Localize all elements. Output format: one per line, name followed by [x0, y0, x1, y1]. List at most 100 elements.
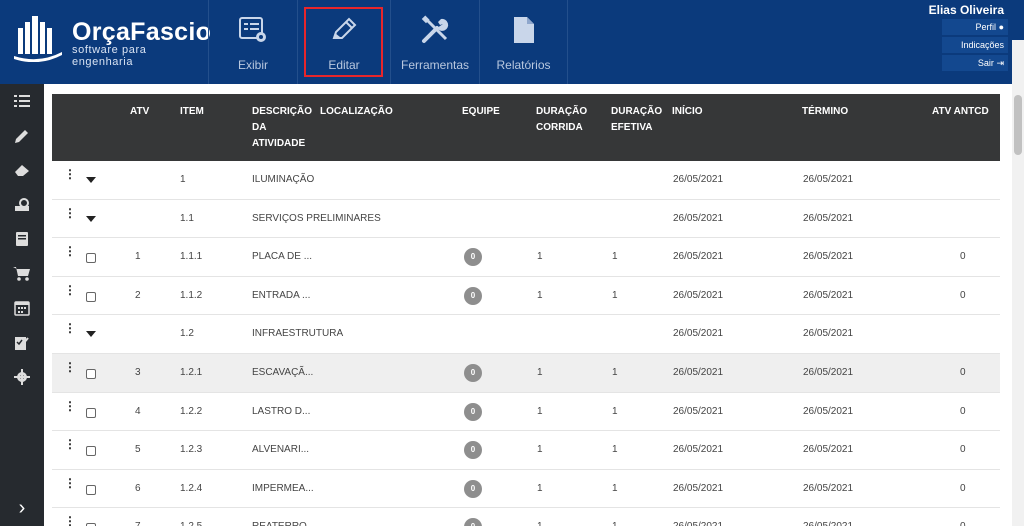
team-count-badge[interactable]: 0 — [464, 479, 482, 498]
indicacoes-button[interactable]: Indicações — [942, 37, 1008, 53]
cell-inicio: 26/05/2021 — [673, 289, 724, 301]
cell-termino: 26/05/2021 — [803, 405, 854, 417]
scrollbar-thumb[interactable] — [1014, 95, 1022, 155]
row-checkbox[interactable] — [86, 446, 96, 457]
team-count-badge[interactable]: 0 — [464, 441, 482, 460]
sidebar-expand-button[interactable]: › — [0, 494, 44, 522]
toolbar-relatorios-label: Relatórios — [496, 58, 551, 72]
toolbar-ferramentas-button[interactable]: Ferramentas — [390, 0, 479, 84]
cell-duracao-efetiva: 1 — [612, 405, 618, 417]
table-row[interactable]: ⋮ 5 1.2.3 ALVENARI... 0 1 1 26/05/2021 26/05/202… — [52, 431, 1000, 470]
toolbar-editar-button[interactable]: Editar — [297, 0, 390, 84]
cell-descricao[interactable]: IMPERMEA... — [252, 483, 314, 494]
cell-descricao[interactable]: INFRAESTRUTURA — [252, 328, 343, 339]
column-localizacao[interactable]: LOCALIZAÇÃO — [320, 104, 393, 120]
sidebar-item-cart[interactable] — [0, 257, 44, 292]
sidebar-item-finance[interactable] — [0, 188, 44, 223]
row-menu-icon[interactable]: ⋮ — [64, 322, 76, 334]
row-checkbox[interactable] — [86, 291, 96, 302]
cell-inicio: 26/05/2021 — [673, 328, 724, 340]
column-duracao-efetiva[interactable]: DURAÇÃO EFETIVA — [611, 104, 666, 136]
team-count-badge[interactable]: 0 — [464, 402, 482, 421]
profile-button[interactable]: Perfil ● — [942, 19, 1008, 35]
row-menu-icon[interactable]: ⋮ — [64, 438, 76, 450]
cell-descricao[interactable]: ENTRADA ... — [252, 290, 310, 301]
eraser-icon — [15, 165, 29, 177]
column-termino[interactable]: TÉRMINO — [802, 104, 848, 120]
cell-atv: 7 — [135, 521, 141, 526]
gear-icon — [14, 369, 30, 386]
table-row[interactable]: ⋮ 2 1.1.2 ENTRADA ... 0 1 1 26/05/2021 26/05/202… — [52, 277, 1000, 316]
column-item[interactable]: ITEM — [180, 104, 204, 120]
sidebar-item-erase[interactable] — [0, 153, 44, 188]
cell-atv-antcd: 0 — [960, 251, 966, 263]
table-row[interactable]: ⋮ 1.1 SERVIÇOS PRELIMINARES 26/05/2021 26/05… — [52, 200, 1000, 239]
expand-caret-icon[interactable] — [86, 331, 96, 338]
row-menu-icon[interactable]: ⋮ — [64, 245, 76, 257]
cell-descricao[interactable]: REATERRO — [252, 521, 307, 526]
toolbar-relatorios-button[interactable]: Relatórios — [479, 0, 568, 84]
table-row[interactable]: ⋮ 4 1.2.2 LASTRO D... 0 1 1 26/05/2021 26/05/202… — [52, 393, 1000, 432]
page-scrollbar[interactable] — [1012, 40, 1024, 526]
team-count-badge[interactable]: 0 — [464, 364, 482, 382]
cell-atv: 5 — [135, 444, 141, 456]
cell-atv-antcd: 0 — [960, 289, 966, 301]
toolbar-exibir-button[interactable]: Exibir — [208, 0, 297, 84]
column-descricao[interactable]: DESCRIÇÃO DA ATIVIDADE — [252, 104, 312, 152]
cell-atv-antcd: 0 — [960, 405, 966, 417]
logout-button[interactable]: Sair ⇥ — [942, 55, 1008, 71]
cell-descricao[interactable]: PLACA DE ... — [252, 251, 312, 262]
row-menu-icon[interactable]: ⋮ — [64, 400, 76, 412]
sidebar-item-book[interactable] — [0, 222, 44, 257]
cell-atv-antcd: 0 — [960, 521, 966, 526]
team-count-badge[interactable]: 0 — [464, 248, 482, 267]
row-menu-icon[interactable]: ⋮ — [64, 284, 76, 296]
logout-label: Sair — [977, 58, 994, 68]
sidebar-item-checklist[interactable] — [0, 326, 44, 361]
row-menu-icon[interactable]: ⋮ — [64, 515, 76, 526]
table-row[interactable]: ⋮ 3 1.2.1 ESCAVAÇÃ... 0 1 1 26/05/2021 26/05/202… — [52, 354, 1000, 393]
expand-caret-icon[interactable] — [86, 177, 96, 183]
row-checkbox[interactable] — [86, 253, 96, 264]
expand-caret-icon[interactable] — [86, 215, 96, 222]
pencil-icon — [328, 14, 360, 46]
toolbar-editar-label: Editar — [328, 58, 360, 72]
cell-descricao[interactable]: ILUMINAÇÃO — [252, 174, 314, 185]
sidebar-item-edit[interactable] — [0, 119, 44, 154]
row-checkbox[interactable] — [86, 369, 96, 379]
cell-descricao[interactable]: LASTRO D... — [252, 406, 310, 417]
sidebar-item-settings[interactable] — [0, 360, 44, 395]
cell-descricao[interactable]: SERVIÇOS PRELIMINARES — [252, 213, 381, 224]
table-row[interactable]: ⋮ 7 1.2.5 REATERRO 0 1 1 26/05/2021 26/05/2021 0 — [52, 508, 1000, 526]
row-checkbox[interactable] — [86, 484, 96, 495]
sidebar-item-list[interactable] — [0, 84, 44, 119]
row-menu-icon[interactable]: ⋮ — [64, 477, 76, 489]
team-count-badge[interactable]: 0 — [464, 286, 482, 305]
user-icon: ● — [998, 22, 1004, 32]
column-inicio[interactable]: INÍCIO — [672, 104, 703, 120]
table-row[interactable]: ⋮ 6 1.2.4 IMPERMEA... 0 1 1 26/05/2021 26/05/202… — [52, 470, 1000, 509]
cell-item: 1.1 — [180, 212, 194, 224]
top-bar: OrçaFascio software para engenharia Exib… — [0, 0, 1024, 84]
column-duracao-corrida[interactable]: DURAÇÃO CORRIDA — [536, 104, 596, 136]
view-list-icon — [237, 14, 269, 46]
table-row[interactable]: ⋮ 1 ILUMINAÇÃO 26/05/2021 26/05/2021 — [52, 161, 1000, 200]
row-checkbox[interactable] — [86, 407, 96, 418]
cell-descricao[interactable]: ESCAVAÇÃ... — [252, 367, 313, 378]
table-row[interactable]: ⋮ 1.2 INFRAESTRUTURA 26/05/2021 26/05/2021 — [52, 315, 1000, 354]
cell-descricao[interactable]: ALVENARI... — [252, 444, 309, 455]
row-menu-icon[interactable]: ⋮ — [64, 168, 76, 180]
team-count-badge[interactable]: 0 — [464, 518, 482, 526]
column-atv-antcd[interactable]: ATV ANTCD — [932, 104, 989, 120]
cell-duracao-efetiva: 1 — [612, 367, 618, 378]
row-menu-icon[interactable]: ⋮ — [64, 361, 76, 373]
brand-logo[interactable]: OrçaFascio software para engenharia — [14, 14, 211, 68]
cell-inicio: 26/05/2021 — [673, 405, 724, 417]
cell-duracao-corrida: 1 — [537, 521, 543, 526]
column-atv[interactable]: ATV — [130, 104, 149, 120]
sidebar-item-calendar[interactable] — [0, 291, 44, 326]
table-row[interactable]: ⋮ 1 1.1.1 PLACA DE ... 0 1 1 26/05/2021 26/05/20… — [52, 238, 1000, 277]
cell-duracao-efetiva: 1 — [612, 444, 618, 456]
row-menu-icon[interactable]: ⋮ — [64, 207, 76, 219]
column-equipe[interactable]: EQUIPE — [462, 104, 500, 120]
